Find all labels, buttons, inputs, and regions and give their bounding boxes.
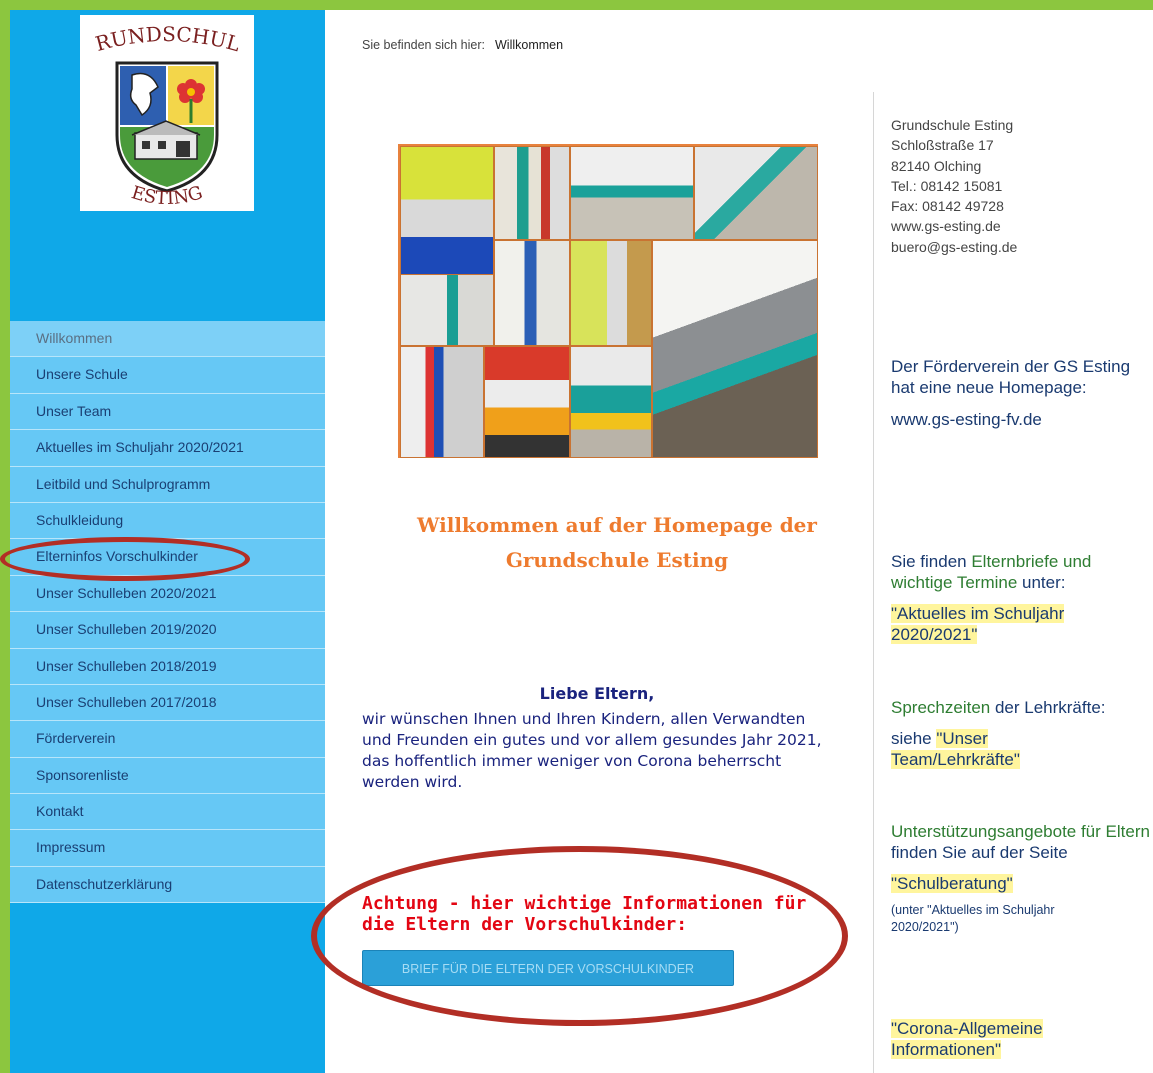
foerderverein-link[interactable]: www.gs-esting-fv.de	[891, 409, 1151, 430]
schulberatung-link[interactable]: "Schulberatung"	[891, 873, 1151, 894]
welcome-line-1: Willkommen auf der Homepage der	[417, 513, 817, 537]
schulberatung-note: (unter "Aktuelles im Schuljahr 2020/2021…	[891, 903, 1055, 934]
column-divider	[873, 92, 874, 1073]
nav-item-schulleben-2019-2020[interactable]: Unser Schulleben 2019/2020	[10, 612, 325, 649]
nav-item-unser-team[interactable]: Unser Team	[10, 393, 325, 431]
nav-item-sponsorenliste[interactable]: Sponsorenliste	[10, 757, 325, 795]
top-border	[0, 0, 1153, 10]
welcome-heading: Willkommen auf der Homepage der Grundsch…	[362, 508, 872, 578]
photo-tile	[494, 240, 570, 346]
breadcrumb-current[interactable]: Willkommen	[495, 38, 563, 52]
photo-tile	[570, 346, 652, 458]
aktuelles-link[interactable]: "Aktuelles im Schuljahr 2020/2021"	[891, 603, 1151, 645]
photo-tile	[494, 146, 570, 240]
photo-tile	[570, 240, 652, 346]
sprechzeiten-text-2: der Lehrkräfte:	[990, 698, 1106, 717]
elternbriefe-text-3: unter:	[1017, 573, 1066, 592]
annotation-oval-nav	[0, 537, 250, 581]
nav-item-schulleben-2017-2018[interactable]: Unser Schulleben 2017/2018	[10, 684, 325, 722]
corona-info: "Corona-Allgemeine Informationen"	[891, 1018, 1151, 1060]
sprechzeiten-link-row: siehe "Unser Team/Lehrkräfte"	[891, 728, 1051, 770]
nav-item-schulleben-2018-2019[interactable]: Unser Schulleben 2018/2019	[10, 648, 325, 685]
photo-tile	[400, 274, 494, 346]
elternbriefe-text: Sie finden Elternbriefe und wichtige Ter…	[891, 551, 1151, 593]
photo-tile	[652, 240, 818, 458]
aktuelles-link-text[interactable]: "Aktuelles im Schuljahr 2020/2021"	[891, 604, 1065, 644]
address-city: 82140 Olching	[891, 157, 982, 174]
photo-tile	[570, 146, 694, 240]
nav-item-schulleben-2020-2021[interactable]: Unser Schulleben 2020/2021	[10, 575, 325, 613]
nav-item-foerderverein[interactable]: Förderverein	[10, 721, 325, 758]
breadcrumb-prefix: Sie befinden sich hier:	[362, 38, 485, 52]
photo-tile	[400, 346, 484, 458]
breadcrumb: Sie befinden sich hier: Willkommen	[362, 38, 563, 52]
school-logo[interactable]: GRUNDSCHULE ESTING	[72, 0, 254, 211]
address-web-link[interactable]: www.gs-esting.de	[891, 216, 1151, 236]
elternbriefe-info: Sie finden Elternbriefe und wichtige Ter…	[891, 551, 1151, 645]
schulberatung-link-text[interactable]: "Schulberatung"	[891, 874, 1013, 893]
address-street: Schloßstraße 17	[891, 137, 994, 154]
sprechzeiten-siehe: siehe	[891, 729, 937, 748]
corona-link[interactable]: "Corona-Allgemeine Informationen"	[891, 1018, 1071, 1060]
unterstuetzung-text: Unterstützungsangebote für Eltern finden…	[891, 821, 1151, 863]
nav-item-impressum[interactable]: Impressum	[10, 830, 325, 867]
address-fax: Fax: 08142 49728	[891, 198, 1004, 215]
address-name: Grundschule Esting	[891, 117, 1014, 133]
sprechzeiten-info: Sprechzeiten der Lehrkräfte: siehe "Unse…	[891, 697, 1151, 770]
sprechzeiten-text-1: Sprechzeiten	[891, 698, 991, 717]
nav-item-leitbild[interactable]: Leitbild und Schulprogramm	[10, 466, 325, 503]
school-photo-collage	[398, 144, 818, 458]
unterstuetzung-info: Unterstützungsangebote für Eltern finden…	[891, 821, 1151, 936]
unterstuetzung-text-1: Unterstützungsangebote für Eltern	[891, 822, 1150, 841]
svg-text:GRUNDSCHULE: GRUNDSCHULE	[80, 15, 243, 56]
sprechzeiten-text: Sprechzeiten der Lehrkräfte:	[891, 697, 1151, 718]
nav-item-unsere-schule[interactable]: Unsere Schule	[10, 357, 325, 394]
unterstuetzung-text-2: finden Sie auf der Seite	[891, 843, 1068, 862]
foerderverein-text: Der Förderverein der GS Esting hat eine …	[891, 357, 1131, 397]
greeting-salutation: Liebe Eltern,	[539, 684, 655, 703]
nav-item-aktuelles[interactable]: Aktuelles im Schuljahr 2020/2021	[10, 430, 325, 467]
photo-tile	[694, 146, 818, 240]
address-email-link[interactable]: buero@gs-esting.de	[891, 237, 1151, 257]
left-border	[0, 0, 10, 1073]
foerderverein-info: Der Förderverein der GS Esting hat eine …	[891, 356, 1151, 430]
welcome-line-2: Grundschule Esting	[505, 548, 729, 572]
address-tel: Tel.: 08142 15081	[891, 177, 1003, 194]
nav-item-datenschutz[interactable]: Datenschutzerklärung	[10, 866, 325, 904]
school-address: Grundschule Esting Schloßstraße 17 82140…	[891, 115, 1151, 257]
main-navigation: Willkommen Unsere Schule Unser Team Aktu…	[10, 321, 325, 904]
corona-link-text[interactable]: "Corona-Allgemeine Informationen"	[891, 1019, 1043, 1059]
school-crest-icon: GRUNDSCHULE ESTING	[72, 0, 243, 209]
nav-item-kontakt[interactable]: Kontakt	[10, 794, 325, 831]
elternbriefe-text-1: Sie finden	[891, 552, 972, 571]
greeting-message: Liebe Eltern, wir wünschen Ihnen und Ihr…	[362, 684, 832, 793]
nav-item-schulkleidung[interactable]: Schulkleidung	[10, 502, 325, 540]
nav-item-willkommen[interactable]: Willkommen	[10, 321, 325, 358]
greeting-body: wir wünschen Ihnen und Ihren Kindern, al…	[362, 710, 822, 791]
photo-tile	[484, 346, 570, 458]
annotation-oval-warning	[311, 846, 848, 1026]
